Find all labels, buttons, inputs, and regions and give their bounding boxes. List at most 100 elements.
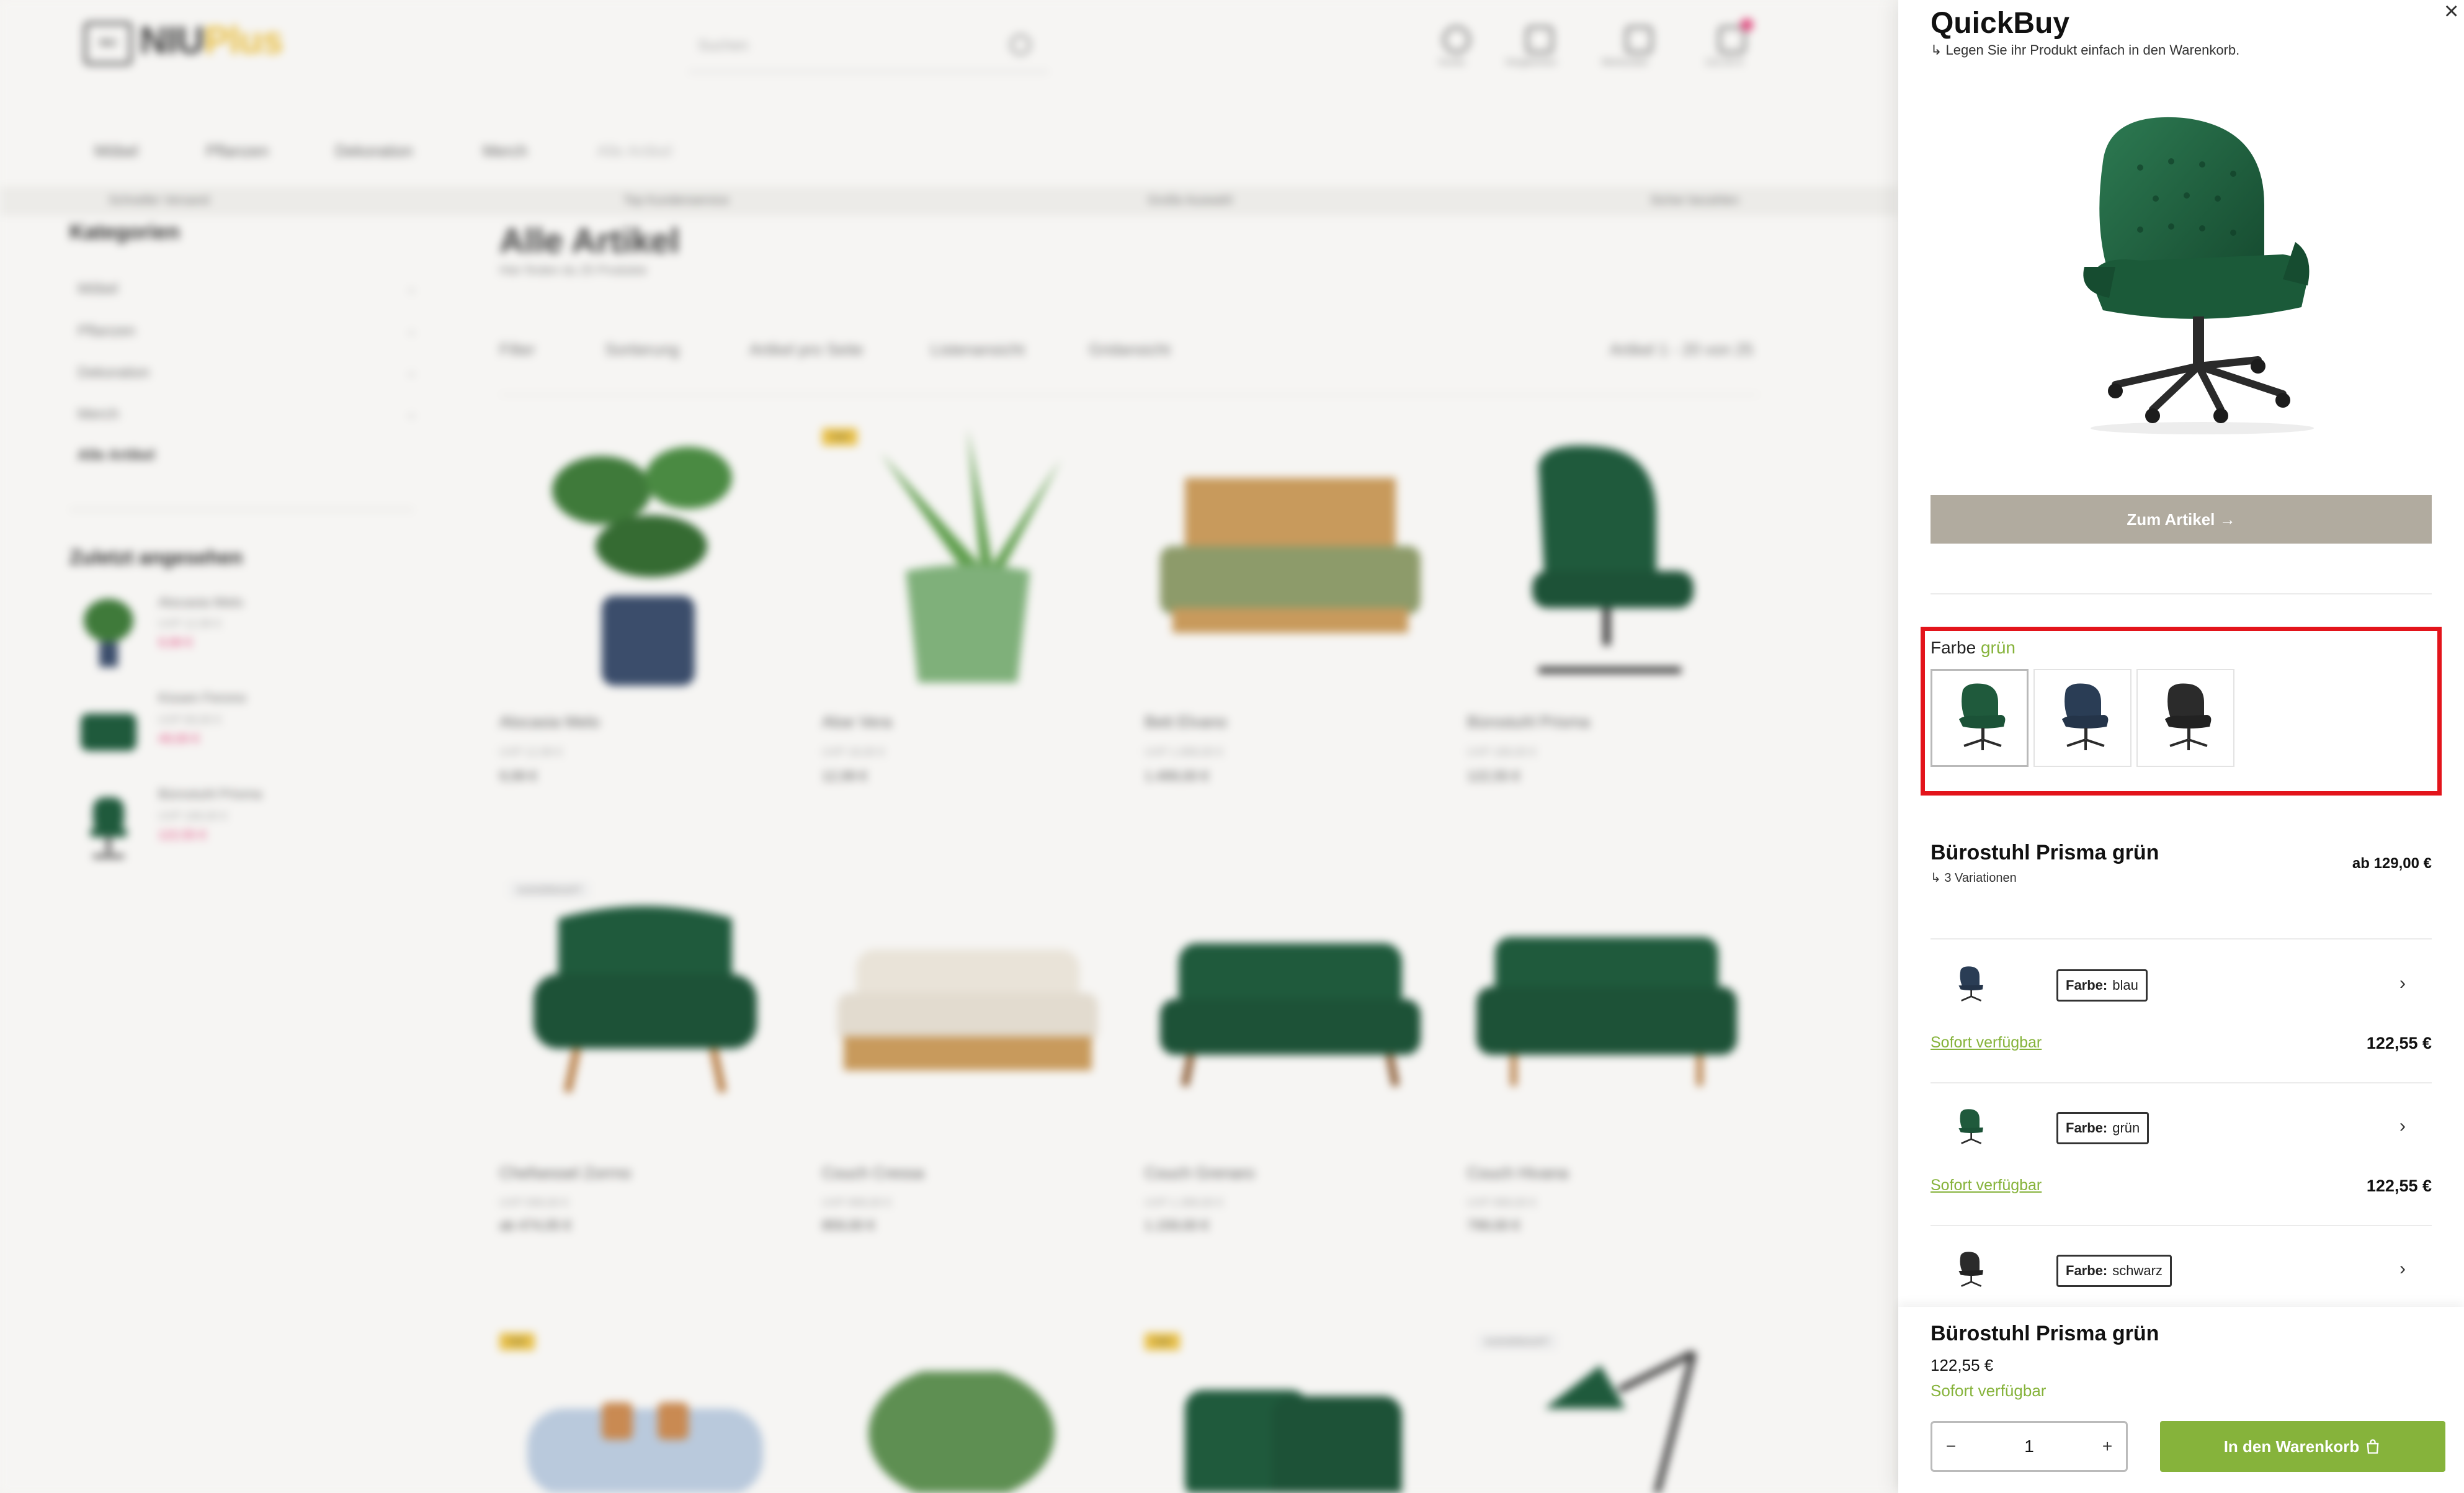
toolbar-filter[interactable]: Filter <box>499 340 535 359</box>
header-label-compare: Vergleichen <box>1505 57 1557 68</box>
return-arrow-icon: ↳ <box>1931 42 1946 58</box>
nav-item-moebel[interactable]: Möbel <box>94 141 138 161</box>
product-image-lamp[interactable] <box>1532 1340 1743 1493</box>
product-name[interactable]: Couch Hivana <box>1467 1163 1568 1183</box>
sidebar-item-pflanzen[interactable]: Pflanzen <box>78 323 135 340</box>
product-image-plant[interactable] <box>862 1371 1061 1493</box>
divider <box>1931 593 2432 594</box>
variant-thumbnail[interactable] <box>1948 1249 1991 1292</box>
toolbar-sort[interactable]: Sortierung <box>605 340 679 359</box>
product-price: ab 474,05 € <box>499 1217 572 1233</box>
chevron-down-icon[interactable]: ⌄ <box>406 406 417 421</box>
product-price: 122,55 € <box>1467 768 1520 784</box>
cart-icon[interactable] <box>1718 26 1746 53</box>
recent-item-name[interactable]: Bürostuhl Prisma <box>158 786 262 802</box>
quantity-increase-button[interactable]: + <box>2089 1423 2126 1470</box>
sidebar-item-alle-artikel[interactable]: Alle Artikel <box>78 447 155 464</box>
product-image-bed[interactable] <box>1160 465 1421 652</box>
nav-item-merch[interactable]: Merch <box>483 141 527 161</box>
return-arrow-icon: ↳ <box>1931 871 1945 885</box>
product-uvp: UVP 189,00 € <box>1467 746 1537 758</box>
compare-icon[interactable] <box>1526 26 1553 53</box>
swatch-blau[interactable] <box>2033 669 2131 767</box>
recent-chair-image[interactable] <box>74 785 143 866</box>
product-image-alocasia[interactable] <box>527 422 763 689</box>
add-to-cart-button[interactable]: In den Warenkorb <box>2160 1421 2445 1472</box>
product-name[interactable]: Chefsessel Zorrno <box>499 1163 631 1183</box>
quantity-value[interactable]: 1 <box>1970 1437 2089 1456</box>
chevron-right-icon[interactable]: › <box>2399 973 2406 994</box>
variant-thumbnail[interactable] <box>1948 963 1991 1007</box>
variant-stock[interactable]: Sofort verfügbar <box>1931 1177 2042 1195</box>
product-name[interactable]: Bürostuhl Prisma <box>1467 712 1590 732</box>
recent-item-name[interactable]: Alocasia Melo <box>158 594 243 611</box>
chair-thumbnail-icon <box>1958 1252 1983 1287</box>
nav-item-dekoration[interactable]: Dekoration <box>335 141 413 161</box>
variant-stock[interactable]: Sofort verfügbar <box>1931 1034 2042 1052</box>
variant-option-tag: Farbe: blau <box>2056 969 2148 1002</box>
product-uvp: UVP 599,00 € <box>499 1196 569 1209</box>
product-name[interactable]: Bett Elvano <box>1145 712 1227 732</box>
product-image-sofa-blue[interactable] <box>515 1390 775 1493</box>
nav-item-pflanzen[interactable]: Pflanzen <box>206 141 269 161</box>
product-badge: TOP <box>1145 1333 1180 1350</box>
toolbar-list-view[interactable]: Listenansicht <box>931 340 1025 359</box>
quantity-decrease-button[interactable]: − <box>1932 1423 1970 1470</box>
swatch-gruen[interactable] <box>1931 669 2029 767</box>
zum-artikel-button[interactable]: Zum Artikel → <box>1931 495 2432 544</box>
page-title: Alle Artikel <box>499 221 680 260</box>
variant-option-tag: Farbe: schwarz <box>2056 1255 2172 1287</box>
from-price: ab 129,00 € <box>2352 855 2432 872</box>
variant-option-tag: Farbe: grün <box>2056 1112 2149 1144</box>
footer-price: 122,55 € <box>1931 1356 1994 1374</box>
product-image-couch-cressa[interactable] <box>831 943 1104 1080</box>
usp-item: Schneller Versand <box>109 194 210 207</box>
chevron-right-icon[interactable]: › <box>2399 1258 2406 1280</box>
product-image-chair[interactable] <box>1501 441 1712 689</box>
product-title: Bürostuhl Prisma grün <box>1931 841 2159 864</box>
sidebar-item-dekoration[interactable]: Dekoration <box>78 364 150 382</box>
bookmark-icon[interactable] <box>1625 26 1653 53</box>
recent-title: Zuletzt angesehen <box>69 546 243 568</box>
product-hero-image <box>2083 117 2314 434</box>
product-image-aloe[interactable] <box>844 416 1092 689</box>
toolbar-grid-view[interactable]: Gridansicht <box>1089 340 1171 359</box>
close-icon[interactable]: × <box>2444 0 2458 25</box>
header-label-account: Konto <box>1439 57 1465 68</box>
sidebar-item-merch[interactable]: Merch <box>78 406 119 423</box>
chevron-down-icon[interactable]: ⌄ <box>406 280 417 296</box>
product-image-couch-grenaro[interactable] <box>1154 937 1427 1092</box>
product-name[interactable]: Couch Cressa <box>822 1163 924 1183</box>
usp-item: Große Auswahl <box>1148 194 1233 207</box>
product-price: 12,99 € <box>822 768 868 784</box>
swatch-schwarz[interactable] <box>2136 669 2234 767</box>
recent-cushion-image[interactable] <box>74 689 143 769</box>
result-count: Artikel 1 - 20 von 25 <box>1610 340 1754 359</box>
search-icon[interactable] <box>1010 34 1031 55</box>
recent-item-name[interactable]: Kissen Ferono <box>158 690 246 706</box>
header-label-cart: 122,55 € <box>1705 57 1744 68</box>
divider <box>1931 1082 2432 1083</box>
user-icon[interactable] <box>1443 26 1470 53</box>
product-name[interactable]: Alocasia Melo <box>499 712 600 732</box>
nav-item-alle-artikel[interactable]: Alle Artikel <box>597 141 672 161</box>
product-image-couch-hivana[interactable] <box>1476 931 1737 1092</box>
product-badge: TOP <box>499 1333 535 1350</box>
usp-item: Top Kundenservice <box>623 194 730 207</box>
product-name[interactable]: Aloe Vera <box>822 712 892 732</box>
chevron-down-icon[interactable]: ⌄ <box>406 364 417 380</box>
product-uvp: UVP 1.899,00 € <box>1145 746 1223 758</box>
recent-plant-image[interactable] <box>74 593 143 673</box>
variant-thumbnail[interactable] <box>1948 1106 1991 1149</box>
product-name[interactable]: Couch Grenaro <box>1145 1163 1255 1183</box>
sidebar-item-moebel[interactable]: Möbel <box>78 280 118 298</box>
chevron-right-icon[interactable]: › <box>2399 1116 2406 1137</box>
chair-thumbnail-icon <box>2165 683 2212 750</box>
product-image-armchair[interactable] <box>521 900 769 1098</box>
chevron-down-icon[interactable]: ⌄ <box>406 323 417 338</box>
page-subtitle: Hier finden du 25 Produkte <box>499 264 647 277</box>
toolbar-per-page[interactable]: Artikel pro Seite <box>749 340 864 359</box>
logo[interactable]: NIUPlus <box>140 19 283 63</box>
shop-background: NIU NIUPlus Suchen Konto Vergleichen Mer… <box>0 0 1898 1493</box>
product-image-cushions[interactable] <box>1179 1384 1414 1493</box>
